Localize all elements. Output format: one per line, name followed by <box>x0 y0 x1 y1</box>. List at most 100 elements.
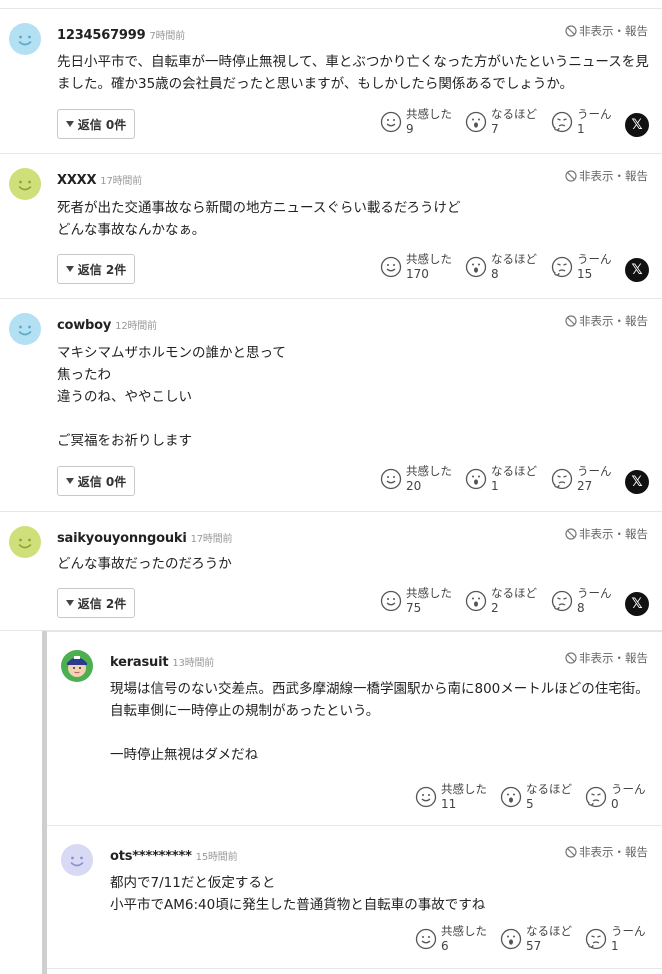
comment-item: XXXX 17時間前 非表示・報告 死者が出た交通事故なら新聞の地方ニュースぐらい… <box>0 154 662 299</box>
x-share-icon[interactable]: 𝕏 <box>625 113 649 137</box>
hide-report-link[interactable]: 非表示・報告 <box>565 168 648 184</box>
empathy-button[interactable]: 共感した 11 <box>415 782 487 812</box>
timestamp: 17時間前 <box>190 534 233 545</box>
uun-count: 15 <box>577 267 593 281</box>
comment-body: 先日小平市で、自転車が一時停止無視して、車とぶつかり亡くなった方がいたというニュ… <box>57 54 649 92</box>
prohibit-icon <box>565 528 577 540</box>
smile-face-icon <box>415 786 437 808</box>
surprised-face-icon <box>500 928 522 950</box>
comment-meta: 1234567999 7時間前 <box>57 27 185 43</box>
empathy-button[interactable]: 共感した 9 <box>380 107 452 137</box>
comment-body: マキシマムザホルモンの誰かと思って 焦ったわ 違うのね、ややこしい ご冥福をお祈… <box>57 345 286 449</box>
prohibit-icon <box>565 25 577 37</box>
username[interactable]: ots********* <box>110 849 192 864</box>
naruhodo-label: なるほど <box>491 252 537 266</box>
timestamp: 7時間前 <box>149 31 186 42</box>
thinking-face-icon <box>551 590 573 612</box>
avatar[interactable] <box>9 168 41 200</box>
avatar[interactable] <box>9 23 41 55</box>
hide-report-link[interactable]: 非表示・報告 <box>565 650 648 666</box>
reply-count-label: 返信 0件 <box>77 474 127 489</box>
reply-count-label: 返信 0件 <box>77 117 127 132</box>
naruhodo-count: 57 <box>526 939 542 953</box>
uun-button[interactable]: うーん 15 <box>551 252 612 282</box>
uun-count: 8 <box>577 601 585 615</box>
avatar[interactable] <box>61 844 93 876</box>
reply-item: ots********* 15時間前 非表示・報告 都内で7/11だと仮定すると … <box>47 825 662 969</box>
uun-button[interactable]: うーん 1 <box>585 924 646 954</box>
thinking-face-icon <box>585 786 607 808</box>
reply-count-label: 返信 2件 <box>77 262 127 277</box>
naruhodo-button[interactable]: なるほど 2 <box>465 586 537 616</box>
comment-meta: saikyouyonngouki 17時間前 <box>57 530 233 546</box>
uun-button[interactable]: うーん 8 <box>551 586 612 616</box>
reply-toggle-button[interactable]: 返信 0件 <box>57 109 135 139</box>
naruhodo-button[interactable]: なるほど 1 <box>465 464 537 494</box>
empathy-count: 6 <box>441 939 449 953</box>
triangle-down-icon <box>65 266 74 272</box>
comment-meta: cowboy 12時間前 <box>57 317 157 333</box>
uun-button[interactable]: うーん 0 <box>585 782 646 812</box>
prohibit-icon <box>565 846 577 858</box>
hide-report-link[interactable]: 非表示・報告 <box>565 844 648 860</box>
uun-button[interactable]: うーん 1 <box>551 107 612 137</box>
reply-toggle-button[interactable]: 返信 2件 <box>57 254 135 284</box>
empathy-button[interactable]: 共感した 6 <box>415 924 487 954</box>
triangle-down-icon <box>65 478 74 484</box>
naruhodo-label: なるほど <box>491 107 537 121</box>
timestamp: 17時間前 <box>100 176 143 187</box>
x-share-icon[interactable]: 𝕏 <box>625 470 649 494</box>
hide-report-label: 非表示・報告 <box>579 845 648 859</box>
comment-item: 1234567999 7時間前 非表示・報告 先日小平市で、自転車が一時停止無視し… <box>0 9 662 154</box>
x-share-icon[interactable]: 𝕏 <box>625 258 649 282</box>
thinking-face-icon <box>551 468 573 490</box>
reply-toggle-button[interactable]: 返信 2件 <box>57 588 135 618</box>
username[interactable]: 1234567999 <box>57 28 146 43</box>
empathy-button[interactable]: 共感した 20 <box>380 464 452 494</box>
naruhodo-button[interactable]: なるほど 57 <box>500 924 572 954</box>
x-share-icon[interactable]: 𝕏 <box>625 592 649 616</box>
reply-thread: kerasuit 13時間前 非表示・報告 現場は信号のない交差点。西武多摩湖線一… <box>42 631 662 974</box>
empathy-button[interactable]: 共感した 75 <box>380 586 452 616</box>
empathy-label: 共感した <box>406 107 452 121</box>
naruhodo-label: なるほど <box>526 924 572 938</box>
naruhodo-button[interactable]: なるほど 8 <box>465 252 537 282</box>
surprised-face-icon <box>465 111 487 133</box>
smile-face-icon <box>380 111 402 133</box>
username[interactable]: XXXX <box>57 173 96 188</box>
hide-report-link[interactable]: 非表示・報告 <box>565 313 648 329</box>
hide-report-label: 非表示・報告 <box>579 651 648 665</box>
avatar[interactable] <box>9 526 41 558</box>
uun-label: うーん <box>611 924 646 938</box>
smile-face-icon <box>380 468 402 490</box>
naruhodo-button[interactable]: なるほど 7 <box>465 107 537 137</box>
thinking-face-icon <box>551 111 573 133</box>
uun-label: うーん <box>577 586 612 600</box>
empathy-label: 共感した <box>406 464 452 478</box>
uun-count: 0 <box>611 797 619 811</box>
uun-button[interactable]: うーん 27 <box>551 464 612 494</box>
hide-report-link[interactable]: 非表示・報告 <box>565 526 648 542</box>
reply-meta: kerasuit 13時間前 <box>110 654 214 670</box>
naruhodo-count: 2 <box>491 601 499 615</box>
avatar[interactable] <box>9 313 41 345</box>
empathy-label: 共感した <box>441 924 487 938</box>
naruhodo-button[interactable]: なるほど 5 <box>500 782 572 812</box>
reply-item: kerasuit 13時間前 非表示・報告 現場は信号のない交差点。西武多摩湖線一… <box>47 631 662 825</box>
empathy-count: 75 <box>406 601 422 615</box>
username[interactable]: cowboy <box>57 318 111 333</box>
naruhodo-count: 1 <box>491 479 499 493</box>
hide-report-label: 非表示・報告 <box>579 527 648 541</box>
uun-count: 1 <box>611 939 619 953</box>
comment-body: どんな事故だったのだろうか <box>57 556 232 572</box>
empathy-button[interactable]: 共感した 170 <box>380 252 452 282</box>
surprised-face-icon <box>465 468 487 490</box>
hide-report-link[interactable]: 非表示・報告 <box>565 23 648 39</box>
username[interactable]: kerasuit <box>110 655 169 670</box>
username[interactable]: saikyouyonngouki <box>57 531 187 546</box>
hide-report-label: 非表示・報告 <box>579 24 648 38</box>
reply-toggle-button[interactable]: 返信 0件 <box>57 466 135 496</box>
avatar[interactable] <box>61 650 93 682</box>
reply-body: 現場は信号のない交差点。西武多摩湖線一橋学園駅から南に800メートルほどの住宅街… <box>110 681 649 763</box>
smile-face-icon <box>415 928 437 950</box>
